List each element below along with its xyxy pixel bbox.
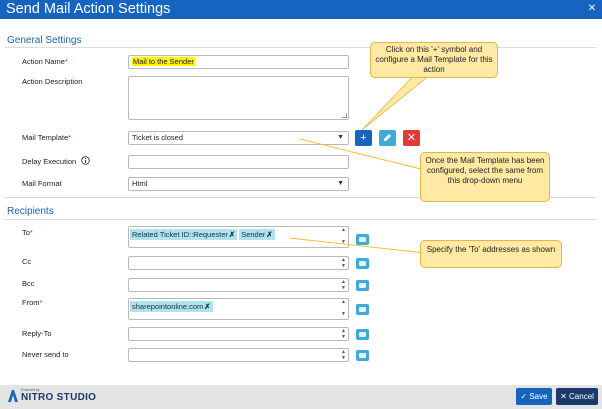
to-field[interactable]: Related Ticket ID::Requester✗ Sender✗ ▲ ▼	[128, 226, 349, 248]
cancel-label: Cancel	[569, 392, 594, 401]
bcc-field[interactable]: ▲ ▼	[128, 278, 349, 292]
action-name-input[interactable]: Mail to the Sender	[128, 55, 349, 69]
close-icon[interactable]: ✕	[586, 3, 598, 15]
action-name-label: Action Name*	[22, 57, 68, 66]
address-book-button[interactable]	[356, 258, 369, 269]
callout-select-template: Once the Mail Template has been configur…	[420, 152, 550, 202]
pencil-icon	[384, 134, 391, 141]
never-send-to-field[interactable]: ▲ ▼	[128, 348, 349, 362]
title-bar: Send Mail Action Settings ✕	[0, 0, 602, 19]
info-icon	[81, 156, 91, 165]
nitro-logo-icon	[8, 390, 18, 402]
mail-format-select[interactable]: Html ▼	[128, 177, 349, 191]
recipient-tag[interactable]: sharepointonline.com✗	[130, 301, 213, 312]
divider	[5, 47, 596, 48]
address-book-button[interactable]	[356, 234, 369, 245]
spinner-icon[interactable]: ▲ ▼	[341, 299, 346, 317]
delay-execution-label: Delay Execution	[22, 156, 91, 166]
edit-template-button[interactable]	[379, 130, 396, 146]
mail-format-value: Html	[132, 179, 148, 188]
brand-text: NITRO STUDIO	[21, 392, 97, 403]
spinner-icon[interactable]: ▲ ▼	[341, 328, 346, 340]
delete-template-button[interactable]: ✕	[403, 130, 420, 146]
address-book-button[interactable]	[356, 329, 369, 340]
spinner-icon[interactable]: ▲ ▼	[341, 257, 346, 269]
from-field[interactable]: sharepointonline.com✗ ▲ ▼	[128, 298, 349, 320]
address-book-button[interactable]	[356, 350, 369, 361]
add-template-button[interactable]: +	[355, 130, 372, 146]
delay-execution-input[interactable]	[128, 155, 349, 169]
mail-template-label: Mail Template*	[22, 133, 72, 142]
never-send-to-label: Never send to	[22, 350, 69, 359]
recipient-tag[interactable]: Sender✗	[239, 229, 275, 240]
divider	[5, 219, 596, 220]
check-icon: ✓	[520, 392, 528, 401]
chevron-down-icon: ▼	[337, 134, 344, 141]
dialog-title: Send Mail Action Settings	[6, 1, 171, 17]
save-label: Save	[529, 392, 548, 401]
action-description-textarea[interactable]	[128, 76, 349, 120]
address-book-button[interactable]	[356, 280, 369, 291]
close-icon: ✕	[560, 392, 567, 401]
bcc-label: Bcc	[22, 279, 35, 288]
remove-tag-icon[interactable]: ✗	[204, 302, 210, 311]
mail-template-select[interactable]: Ticket is closed ▼	[128, 131, 349, 145]
cc-label: Cc	[22, 257, 32, 266]
mail-format-label: Mail Format	[22, 179, 62, 188]
remove-tag-icon[interactable]: ✗	[266, 230, 272, 239]
pointer-add-template	[361, 73, 433, 131]
action-name-value: Mail to the Sender	[132, 57, 195, 66]
recipients-heading: Recipients	[7, 206, 54, 217]
from-label: From*	[22, 298, 43, 307]
mail-template-value: Ticket is closed	[132, 133, 183, 142]
spinner-icon[interactable]: ▲ ▼	[341, 227, 346, 245]
chevron-down-icon: ▼	[337, 180, 344, 187]
resize-grip[interactable]	[342, 113, 347, 118]
reply-to-field[interactable]: ▲ ▼	[128, 327, 349, 341]
cancel-button[interactable]: ✕ Cancel	[556, 388, 598, 405]
reply-to-label: Reply-To	[22, 329, 52, 338]
action-description-label: Action Description	[22, 77, 83, 86]
callout-to-addresses: Specify the 'To' addresses as shown	[420, 240, 562, 268]
address-book-button[interactable]	[356, 304, 369, 315]
general-settings-heading: General Settings	[7, 35, 82, 46]
recipient-tag[interactable]: Related Ticket ID::Requester✗	[130, 229, 238, 240]
save-button[interactable]: ✓ Save	[516, 388, 552, 405]
spinner-icon[interactable]: ▲ ▼	[341, 279, 346, 291]
to-label: To*	[22, 228, 33, 237]
spinner-icon[interactable]: ▲ ▼	[341, 349, 346, 361]
remove-tag-icon[interactable]: ✗	[229, 230, 235, 239]
callout-add-template: Click on this '+' symbol and configure a…	[370, 42, 498, 78]
cc-field[interactable]: ▲ ▼	[128, 256, 349, 270]
